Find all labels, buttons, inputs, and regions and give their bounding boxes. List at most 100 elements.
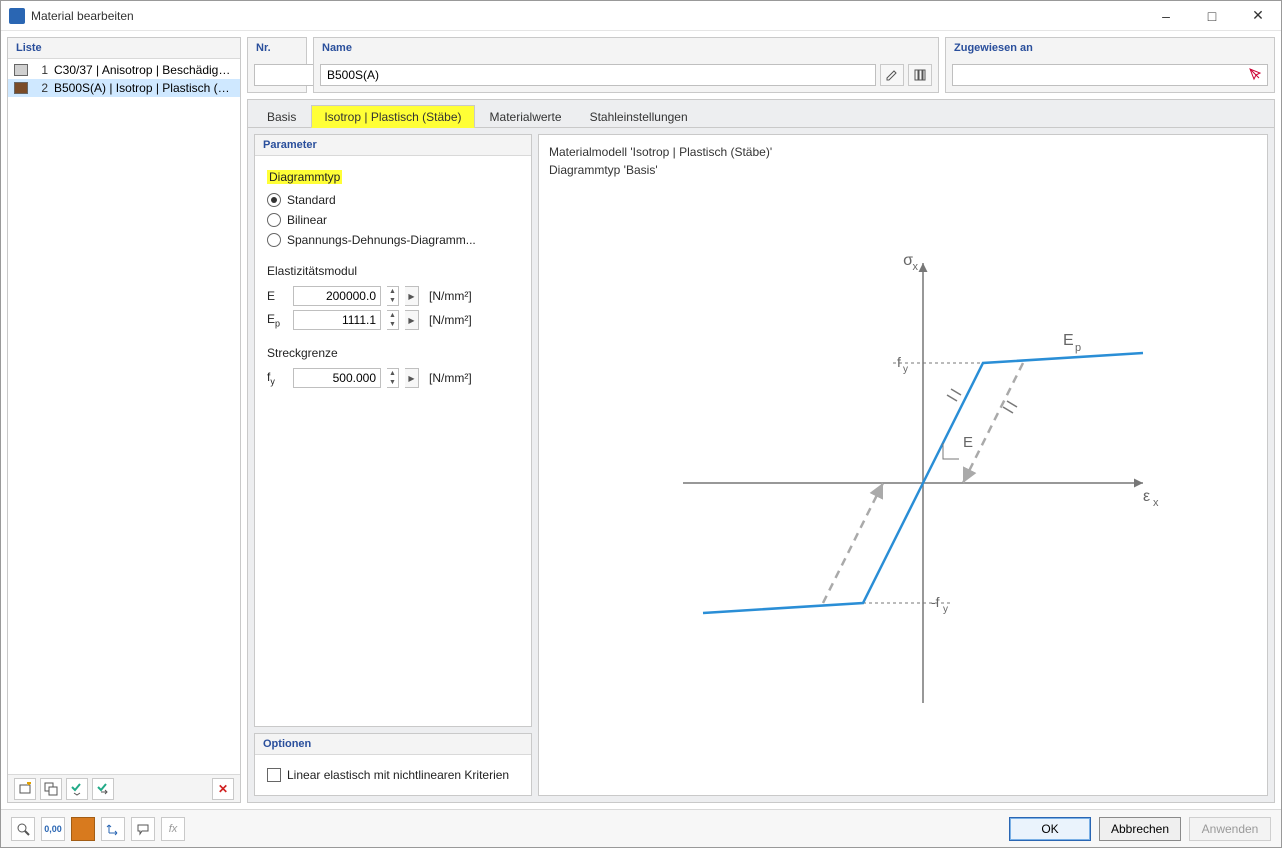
list-item-label: B500S(A) | Isotrop | Plastisch (Stäbe) (54, 81, 234, 95)
optionen-panel: Optionen Linear elastisch mit nichtlinea… (254, 733, 532, 796)
svg-text:E: E (1063, 332, 1074, 349)
comment-tool-button[interactable] (131, 817, 155, 841)
e-symbol: E (267, 289, 287, 303)
list-item-label: C30/37 | Anisotrop | Beschädigung (54, 63, 234, 77)
nr-panel: Nr. (247, 37, 307, 93)
units-tool-button[interactable]: 0,00 (41, 817, 65, 841)
name-input[interactable] (320, 64, 876, 86)
titlebar: Material bearbeiten – □ ✕ (1, 1, 1281, 31)
fy-spinner[interactable]: ▲▼ (387, 368, 399, 388)
radio-standard[interactable]: Standard (267, 190, 519, 210)
svg-text:-f: -f (931, 594, 940, 610)
assigned-panel: Zugewiesen an (945, 37, 1275, 93)
tab-materialwerte[interactable]: Materialwerte (477, 105, 575, 128)
radio-icon (267, 193, 281, 207)
preview-description: Materialmodell 'Isotrop | Plastisch (Stä… (549, 143, 1257, 179)
app-icon (9, 8, 25, 24)
svg-text:y: y (903, 364, 908, 375)
fy-value-row: fy ▲▼ ▶ [N/mm²] (267, 366, 519, 390)
e-arrow-button[interactable]: ▶ (405, 286, 419, 306)
tab-isotrop-plastisch[interactable]: Isotrop | Plastisch (Stäbe) (311, 105, 474, 128)
checkbox-icon (267, 768, 281, 782)
color-tool-button[interactable] (71, 817, 95, 841)
svg-text:E: E (963, 434, 973, 451)
lin-elastic-checkbox-row[interactable]: Linear elastisch mit nichtlinearen Krite… (267, 765, 519, 785)
tab-bar: Basis Isotrop | Plastisch (Stäbe) Materi… (248, 100, 1274, 128)
svg-text:f: f (897, 354, 901, 370)
ep-symbol: Ep (267, 312, 287, 328)
stress-strain-chart: σ x ε x f y -f y (549, 179, 1257, 787)
delete-item-button[interactable]: ✕ (212, 778, 234, 800)
fy-symbol: fy (267, 370, 287, 386)
axes-tool-button[interactable] (101, 817, 125, 841)
svg-text:p: p (1075, 342, 1081, 354)
yield-header: Streckgrenze (267, 346, 519, 360)
search-tool-button[interactable] (11, 817, 35, 841)
nr-header: Nr. (248, 38, 306, 58)
fy-input[interactable] (293, 368, 381, 388)
svg-text:x: x (1153, 497, 1159, 509)
cancel-button[interactable]: Abbrechen (1099, 817, 1181, 841)
parameter-panel: Parameter Diagrammtyp Standard Bilinear (254, 134, 532, 727)
radio-icon (267, 213, 281, 227)
radio-label: Spannungs-Dehnungs-Diagramm... (287, 233, 476, 247)
new-item-button[interactable] (14, 778, 36, 800)
tabs-panel: Basis Isotrop | Plastisch (Stäbe) Materi… (247, 99, 1275, 803)
ep-input[interactable] (293, 310, 381, 330)
optionen-header: Optionen (255, 734, 531, 754)
copy-item-button[interactable] (40, 778, 62, 800)
list-toolbar: ✕ (8, 774, 240, 802)
ok-button[interactable]: OK (1009, 817, 1091, 841)
apply-button[interactable]: Anwenden (1189, 817, 1271, 841)
emodul-header: Elastizitätsmodul (267, 264, 519, 278)
ep-arrow-button[interactable]: ▶ (405, 310, 419, 330)
preview-line1: Materialmodell 'Isotrop | Plastisch (Stä… (549, 143, 1257, 161)
minimize-button[interactable]: – (1143, 1, 1189, 30)
list-item-number: 2 (34, 81, 48, 95)
check-right-button[interactable] (92, 778, 114, 800)
svg-text:y: y (943, 604, 948, 615)
pick-element-icon[interactable] (1248, 67, 1264, 83)
maximize-button[interactable]: □ (1189, 1, 1235, 30)
diagrammtyp-label: Diagrammtyp (267, 170, 342, 184)
list-item-number: 1 (34, 63, 48, 77)
fy-unit: [N/mm²] (429, 371, 472, 385)
assigned-header: Zugewiesen an (946, 38, 1274, 58)
list-item[interactable]: 1 C30/37 | Anisotrop | Beschädigung (8, 61, 240, 79)
footer: 0,00 fx OK Abbrechen Anwenden (1, 809, 1281, 847)
list-header: Liste (8, 38, 240, 58)
color-swatch (14, 82, 28, 94)
ep-unit: [N/mm²] (429, 313, 472, 327)
library-button[interactable] (908, 64, 932, 86)
svg-text:x: x (913, 261, 919, 273)
window-title: Material bearbeiten (31, 9, 1143, 23)
radio-bilinear[interactable]: Bilinear (267, 210, 519, 230)
radio-icon (267, 233, 281, 247)
svg-text:ε: ε (1143, 488, 1150, 505)
radio-label: Standard (287, 193, 336, 207)
e-value-row: E ▲▼ ▶ [N/mm²] (267, 284, 519, 308)
check-down-button[interactable] (66, 778, 88, 800)
assigned-input[interactable] (952, 64, 1268, 86)
parameter-header: Parameter (255, 135, 531, 155)
ep-value-row: Ep ▲▼ ▶ [N/mm²] (267, 308, 519, 332)
preview-panel: Materialmodell 'Isotrop | Plastisch (Stä… (538, 134, 1268, 796)
name-header: Name (314, 38, 938, 58)
radio-label: Bilinear (287, 213, 327, 227)
list-panel: Liste 1 C30/37 | Anisotrop | Beschädigun… (7, 37, 241, 803)
lin-elastic-label: Linear elastisch mit nichtlinearen Krite… (287, 768, 509, 782)
radio-stress-strain[interactable]: Spannungs-Dehnungs-Diagramm... (267, 230, 519, 250)
preview-line2: Diagrammtyp 'Basis' (549, 161, 1257, 179)
edit-name-button[interactable] (880, 64, 904, 86)
tab-stahleinstellungen[interactable]: Stahleinstellungen (577, 105, 701, 128)
list-body[interactable]: 1 C30/37 | Anisotrop | Beschädigung 2 B5… (8, 58, 240, 774)
list-item[interactable]: 2 B500S(A) | Isotrop | Plastisch (Stäbe) (8, 79, 240, 97)
e-spinner[interactable]: ▲▼ (387, 286, 399, 306)
tab-basis[interactable]: Basis (254, 105, 309, 128)
fy-arrow-button[interactable]: ▶ (405, 368, 419, 388)
e-unit: [N/mm²] (429, 289, 472, 303)
ep-spinner[interactable]: ▲▼ (387, 310, 399, 330)
e-input[interactable] (293, 286, 381, 306)
close-button[interactable]: ✕ (1235, 1, 1281, 30)
fx-tool-button[interactable]: fx (161, 817, 185, 841)
